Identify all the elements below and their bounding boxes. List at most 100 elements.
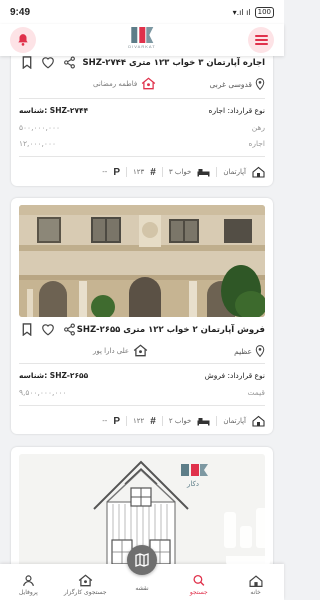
listing-title-row: فروش آپارتمان ۲ خواب ۱۲۲ متری SHZ-۲۶۵۵ xyxy=(11,321,273,343)
listing-photo[interactable] xyxy=(19,205,265,317)
price-value: ۹,۵۰۰,۰۰۰,۰۰۰ xyxy=(19,388,67,397)
property-type-icon xyxy=(252,415,265,427)
nav-search-label: جستجو xyxy=(189,589,208,596)
bookmark-icon[interactable] xyxy=(21,323,33,336)
listing-code: شناسه: SHZ-۲۶۵۵ xyxy=(19,371,89,380)
agent-name: علی دارا پور xyxy=(93,346,130,355)
bookmark-icon[interactable] xyxy=(21,56,33,69)
listing-location-row: عظیم علی دارا پور xyxy=(11,343,273,361)
divider xyxy=(19,363,265,364)
location-pin-icon xyxy=(255,78,265,90)
bed-icon xyxy=(197,418,210,426)
parking-icon: P xyxy=(113,415,120,427)
contract-row: نوع قرارداد: اجاره شناسه: SHZ-۲۷۴۴ xyxy=(19,106,265,120)
battery-icon: 100 xyxy=(254,6,274,18)
property-type: آپارتمان xyxy=(223,168,246,176)
location-text: قدوسی غربی xyxy=(209,79,252,89)
notifications-button[interactable] xyxy=(10,27,36,53)
rooms-count: ۳ خواب xyxy=(168,168,192,176)
agent-search-icon xyxy=(78,574,92,587)
property-type: آپارتمان xyxy=(223,417,246,425)
status-bar: 9:49 ▾.ıl ıl 100 xyxy=(0,0,284,24)
listing-title: فروش آپارتمان ۲ خواب ۱۲۲ متری SHZ-۲۶۵۵ xyxy=(76,325,265,335)
nav-agent-search[interactable]: جستجوی کارگزار xyxy=(57,564,114,600)
photo-brand-text: دکار xyxy=(186,480,199,488)
feature-separator xyxy=(161,167,163,177)
listing-actions xyxy=(21,323,76,336)
listing-actions xyxy=(21,56,76,69)
listing-agent[interactable]: فاطمه رمضانی xyxy=(93,77,156,90)
heart-icon[interactable] xyxy=(41,56,55,69)
listing-title: اجاره آپارتمان ۳ خواب ۱۲۳ متری SHZ-۲۷۴۴ xyxy=(82,58,265,68)
feature-separator xyxy=(125,416,127,426)
nav-map-label: نقشه xyxy=(135,585,149,592)
agent-house-icon xyxy=(133,344,148,357)
home-icon xyxy=(249,575,263,587)
feature-separator xyxy=(216,416,218,426)
status-icons: ▾.ıl ıl 100 xyxy=(232,6,274,18)
store-watermark-icon xyxy=(224,508,270,566)
listing-agent[interactable]: علی دارا پور xyxy=(93,344,148,357)
search-icon xyxy=(193,574,205,586)
logo-caption: DIVARKAT xyxy=(128,44,156,49)
bell-icon xyxy=(18,34,28,46)
price-value: ۱۲,۰۰۰,۰۰۰ xyxy=(19,139,56,148)
nav-profile-label: پروفایل xyxy=(19,589,38,596)
building-photo xyxy=(19,205,265,317)
menu-button[interactable] xyxy=(248,27,274,53)
nav-search[interactable]: جستجو xyxy=(170,564,227,600)
property-type-icon xyxy=(252,166,265,178)
area-icon: # xyxy=(150,166,156,178)
price-row: رهن ۵۰۰,۰۰۰,۰۰۰ xyxy=(19,123,265,137)
listing-card[interactable]: فروش آپارتمان ۲ خواب ۱۲۲ متری SHZ-۲۶۵۵ ع… xyxy=(11,198,273,434)
feature-separator xyxy=(161,416,163,426)
location-text: عظیم xyxy=(234,346,252,356)
logo-mark-icon xyxy=(130,27,153,43)
listing-feed[interactable]: اجاره آپارتمان ۳ خواب ۱۲۳ متری SHZ-۲۷۴۴ … xyxy=(0,56,284,564)
divider xyxy=(19,156,265,157)
rooms-count: ۲ خواب xyxy=(168,417,192,425)
listing-title-row: اجاره آپارتمان ۳ خواب ۱۲۳ متری SHZ-۲۷۴۴ xyxy=(11,56,273,76)
feature-separator xyxy=(216,167,218,177)
listing-location: قدوسی غربی xyxy=(210,78,265,90)
contract-row: نوع قرارداد: فروش شناسه: SHZ-۲۶۵۵ xyxy=(19,371,265,385)
price-label: اجاره xyxy=(248,139,265,148)
heart-icon[interactable] xyxy=(41,323,55,336)
nav-home[interactable]: خانه xyxy=(227,564,284,600)
price-label: قیمت xyxy=(247,388,265,397)
profile-icon xyxy=(22,575,34,587)
nav-agent-search-label: جستجوی کارگزار xyxy=(63,589,107,596)
features-row: آپارتمان ۲ خواب # ۱۲۲ P -- xyxy=(19,413,265,429)
price-row: قیمت ۹,۵۰۰,۰۰۰,۰۰۰ xyxy=(19,388,265,402)
app-logo: DIVARKAT xyxy=(128,26,155,49)
agent-name: فاطمه رمضانی xyxy=(93,79,138,88)
price-row: اجاره ۱۲,۰۰۰,۰۰۰ xyxy=(19,139,265,153)
app-bar: DIVARKAT xyxy=(0,24,284,56)
agent-house-icon xyxy=(141,77,156,90)
price-label: رهن xyxy=(251,123,265,132)
feature-separator xyxy=(125,167,127,177)
map-icon xyxy=(135,553,149,567)
share-icon[interactable] xyxy=(63,56,76,69)
area-icon: # xyxy=(150,415,156,427)
parking-value: -- xyxy=(102,168,108,176)
features-row: آپارتمان ۳ خواب # ۱۲۳ P -- xyxy=(19,164,265,180)
parking-value: -- xyxy=(102,417,108,425)
share-icon[interactable] xyxy=(63,323,76,336)
area-value: ۱۲۲ xyxy=(132,417,145,425)
map-button[interactable] xyxy=(127,545,157,575)
area-value: ۱۲۳ xyxy=(132,168,145,176)
hamburger-icon xyxy=(254,35,268,45)
divider xyxy=(19,98,265,99)
bed-icon xyxy=(197,169,210,177)
nav-profile[interactable]: پروفایل xyxy=(0,564,57,600)
parking-icon: P xyxy=(113,166,120,178)
nav-home-label: خانه xyxy=(250,589,261,596)
listing-code: شناسه: SHZ-۲۷۴۴ xyxy=(19,106,89,115)
divider xyxy=(19,405,265,406)
signal-icon: ▾.ıl ıl xyxy=(232,7,251,17)
status-time: 9:49 xyxy=(10,6,31,18)
contract-type: نوع قرارداد: فروش xyxy=(204,371,265,380)
listing-location: عظیم xyxy=(234,345,265,357)
listing-card[interactable]: اجاره آپارتمان ۳ خواب ۱۲۳ متری SHZ-۲۷۴۴ … xyxy=(11,56,273,186)
